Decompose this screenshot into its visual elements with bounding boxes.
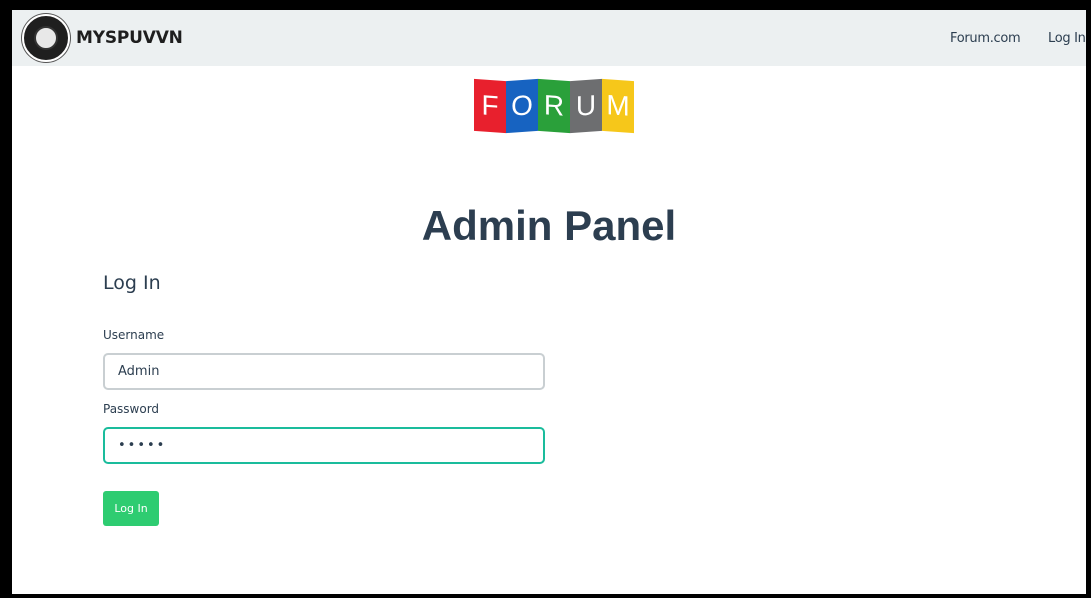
page-title: Admin Panel bbox=[421, 202, 677, 249]
browser-viewport: MYSPUVVN Forum.com Log In F O R U M Admi… bbox=[12, 10, 1086, 594]
logo-tile-r: R bbox=[538, 78, 570, 134]
forum-logo: F O R U M bbox=[474, 78, 634, 134]
password-label: Password bbox=[103, 402, 160, 416]
brand-name[interactable]: MYSPUVVN bbox=[76, 28, 183, 48]
username-label: Username bbox=[103, 328, 165, 342]
logo-tile-m: M bbox=[602, 78, 634, 134]
nav-link-login[interactable]: Log In bbox=[1048, 31, 1086, 46]
password-input[interactable] bbox=[103, 427, 545, 464]
brand[interactable]: MYSPUVVN bbox=[22, 14, 183, 62]
university-seal-icon bbox=[22, 14, 70, 62]
nav-link-forum[interactable]: Forum.com bbox=[950, 31, 1021, 46]
logo-tile-f: F bbox=[474, 78, 506, 134]
username-input[interactable] bbox=[103, 353, 545, 390]
logo-tile-o: O bbox=[506, 78, 538, 134]
login-button[interactable]: Log In bbox=[103, 491, 159, 526]
logo-tile-u: U bbox=[570, 78, 602, 134]
navbar: MYSPUVVN Forum.com Log In bbox=[12, 10, 1086, 66]
login-heading: Log In bbox=[103, 272, 161, 294]
